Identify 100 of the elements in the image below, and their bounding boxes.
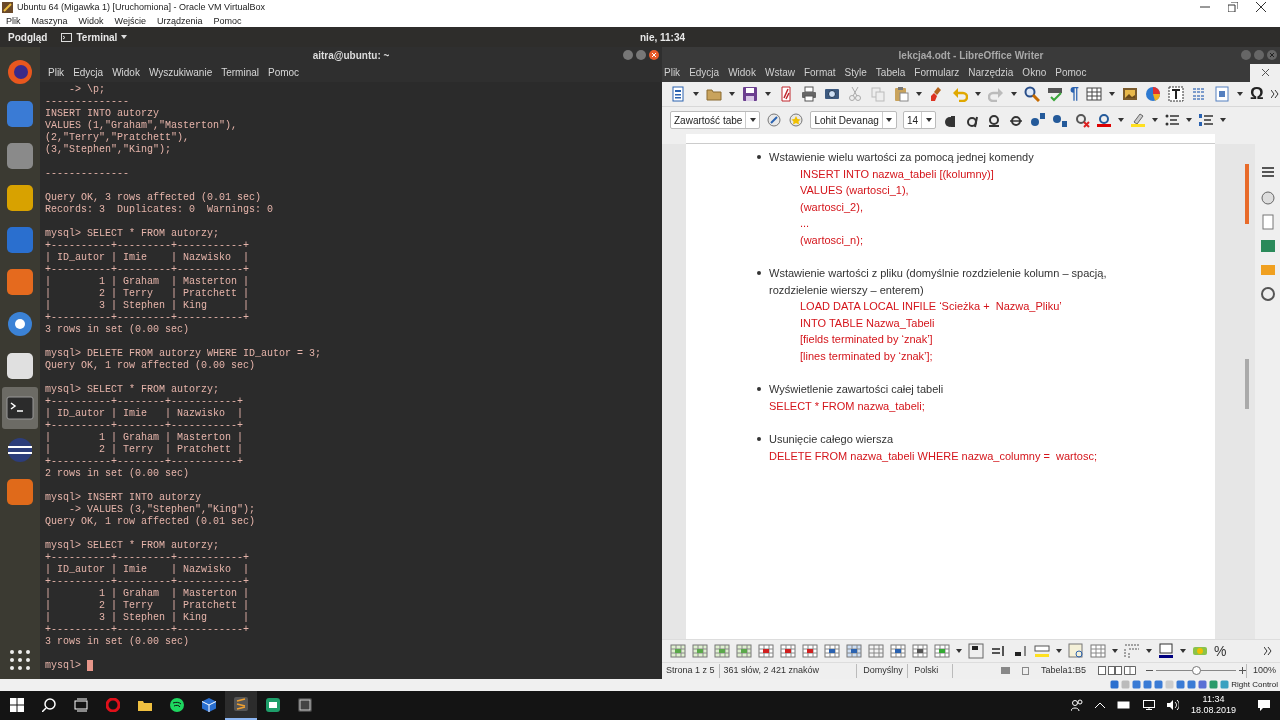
notification-icon[interactable] xyxy=(1258,699,1270,711)
cube-icon[interactable] xyxy=(202,698,216,713)
document-modified-icon[interactable] xyxy=(1021,666,1029,675)
dropdown-arrow-icon[interactable] xyxy=(1118,118,1124,123)
single-page-view-icon[interactable] xyxy=(1097,666,1106,676)
menu-item[interactable]: Widok xyxy=(78,16,104,26)
clear-formatting-icon[interactable] xyxy=(1074,112,1090,129)
menu-item[interactable]: Edycja xyxy=(689,65,720,81)
dropdown-arrow-icon[interactable] xyxy=(1236,91,1243,96)
find-replace-icon[interactable] xyxy=(1024,85,1040,102)
menu-item[interactable]: Plik xyxy=(6,16,21,26)
dropdown-arrow-icon[interactable] xyxy=(1056,648,1062,653)
new-document-icon[interactable] xyxy=(670,85,686,102)
highlight-icon[interactable] xyxy=(1130,112,1146,129)
borders-style-icon[interactable] xyxy=(1034,642,1050,659)
menu-item[interactable]: Pomoc xyxy=(1055,65,1087,81)
chevron-up-icon[interactable] xyxy=(1094,702,1105,709)
pie-chart-icon[interactable] xyxy=(1144,85,1161,102)
border-color-icon[interactable] xyxy=(1158,642,1174,659)
text-box-icon[interactable] xyxy=(1167,85,1184,102)
dropdown-arrow-icon[interactable] xyxy=(1146,648,1152,653)
clock[interactable]: nie, 11:34 xyxy=(640,29,686,45)
minimize-icon[interactable] xyxy=(623,49,633,60)
dropdown-arrow-icon[interactable] xyxy=(749,118,756,123)
maximize-icon[interactable] xyxy=(1228,2,1238,13)
close-icon[interactable] xyxy=(649,49,659,60)
taskbar-date[interactable]: 18.08.2019 xyxy=(1190,705,1236,717)
dropdown-arrow-icon[interactable] xyxy=(1011,91,1017,96)
menu-item[interactable]: Maszyna xyxy=(31,16,68,26)
special-character-button[interactable]: Ω xyxy=(1249,85,1264,103)
insert-rows-below-icon[interactable] xyxy=(692,642,708,659)
menu-item[interactable]: Pomoc xyxy=(268,65,300,81)
menu-item[interactable]: Okno xyxy=(1022,65,1047,81)
activities-button[interactable]: Podgląd xyxy=(8,29,48,45)
dropdown-arrow-icon[interactable] xyxy=(916,91,922,96)
selection-mode-icon[interactable] xyxy=(1000,667,1010,675)
font-size-dropdown[interactable]: 14 xyxy=(902,111,936,130)
subscript-icon[interactable] xyxy=(1052,112,1068,129)
close-icon[interactable] xyxy=(1256,2,1266,13)
borders-icon[interactable] xyxy=(1090,642,1106,659)
book-view-icon[interactable] xyxy=(1123,666,1136,676)
superscript-icon[interactable] xyxy=(1030,112,1046,129)
menu-item[interactable]: Plik xyxy=(664,65,681,81)
app-grid-icon[interactable] xyxy=(9,648,31,671)
page-style-status[interactable]: Domyślny xyxy=(857,664,909,678)
zoom-level[interactable]: 100% xyxy=(1245,664,1280,678)
menu-item[interactable]: Wyszukiwanie xyxy=(148,65,213,81)
dropdown-arrow-icon[interactable] xyxy=(729,91,735,96)
window-icon[interactable] xyxy=(266,698,280,713)
paste-icon[interactable] xyxy=(893,85,909,102)
menu-item[interactable]: Widok xyxy=(112,65,140,81)
taskbar-time[interactable]: 11:34 xyxy=(1202,694,1225,706)
insert-columns-before-icon[interactable] xyxy=(714,642,730,659)
pdf-export-icon[interactable] xyxy=(778,85,794,102)
dropdown-arrow-icon[interactable] xyxy=(1112,648,1118,653)
formatting-marks-button[interactable]: ¶ xyxy=(1070,85,1079,102)
field-icon[interactable] xyxy=(1213,85,1230,102)
task-view-icon[interactable] xyxy=(74,698,88,713)
menu-item[interactable]: Pomoc xyxy=(213,16,242,26)
save-icon[interactable] xyxy=(742,85,758,102)
music-icon[interactable] xyxy=(170,698,184,713)
split-cells-icon[interactable] xyxy=(890,642,906,659)
start-icon[interactable] xyxy=(10,698,24,713)
select-table-icon[interactable] xyxy=(846,642,862,659)
menu-item[interactable]: Edycja xyxy=(73,65,104,81)
delete-rows-icon[interactable] xyxy=(758,642,774,659)
underline-icon[interactable] xyxy=(986,112,1002,129)
zoom-slider[interactable] xyxy=(1155,666,1236,676)
percent-button[interactable]: % xyxy=(1214,643,1227,658)
people-icon[interactable] xyxy=(1070,699,1083,712)
menu-item[interactable]: Wejście xyxy=(114,16,146,26)
style-update-icon[interactable] xyxy=(766,112,783,129)
multi-page-view-icon[interactable] xyxy=(1107,666,1122,676)
font-name-dropdown[interactable]: Lohit Devanag xyxy=(810,111,897,130)
dropdown-arrow-icon[interactable] xyxy=(693,91,699,96)
battery-icon[interactable] xyxy=(1116,701,1131,710)
styles-icon[interactable] xyxy=(1259,189,1276,206)
gallery-icon[interactable] xyxy=(1259,237,1276,254)
spellcheck-icon[interactable] xyxy=(1047,85,1063,102)
zoom-in-icon[interactable] xyxy=(1238,667,1246,675)
more-icon[interactable] xyxy=(1270,89,1279,98)
manage-changes-icon[interactable] xyxy=(1259,285,1276,302)
dropdown-arrow-icon[interactable] xyxy=(1220,118,1226,123)
dropdown-arrow-icon[interactable] xyxy=(1186,118,1192,123)
language-status[interactable]: Polski xyxy=(908,664,953,678)
search-icon[interactable] xyxy=(42,698,56,713)
numbered-list-icon[interactable] xyxy=(1198,112,1214,129)
dropdown-arrow-icon[interactable] xyxy=(956,648,962,653)
app-menu[interactable]: Terminal xyxy=(76,29,118,45)
new-style-icon[interactable] xyxy=(788,112,805,129)
menu-item[interactable]: Style xyxy=(844,65,867,81)
dropdown-arrow-icon[interactable] xyxy=(925,118,932,123)
menu-item[interactable]: Widok xyxy=(728,65,756,81)
autoformat-icon[interactable] xyxy=(1068,642,1084,659)
menu-item[interactable]: Terminal xyxy=(221,65,259,81)
dropdown-arrow-icon[interactable] xyxy=(1180,648,1186,653)
folder-icon[interactable] xyxy=(138,698,152,713)
browser-icon[interactable] xyxy=(106,698,120,713)
align-top-icon[interactable] xyxy=(968,642,984,659)
close-icon[interactable] xyxy=(1261,69,1269,77)
